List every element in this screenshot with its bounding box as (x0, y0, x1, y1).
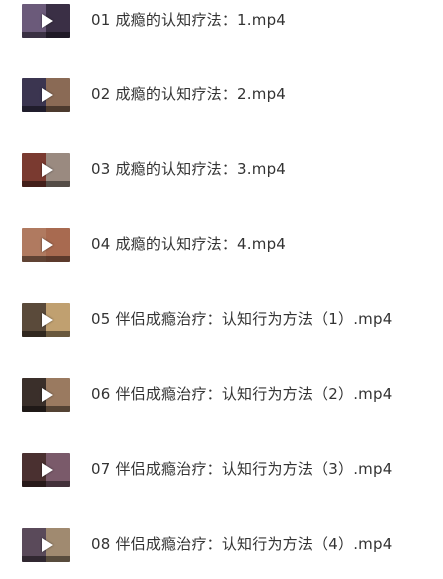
file-name[interactable]: 03 成瘾的认知疗法：3.mp4 (91, 158, 286, 180)
file-item-02[interactable]: 02 成瘾的认知疗法：2.mp4 (0, 75, 443, 115)
file-name[interactable]: 08 伴侣成瘾治疗：认知行为方法（4）.mp4 (91, 533, 392, 555)
file-name[interactable]: 06 伴侣成瘾治疗：认知行为方法（2）.mp4 (91, 383, 392, 405)
file-item-04[interactable]: 04 成瘾的认知疗法：4.mp4 (0, 225, 443, 265)
video-thumbnail[interactable] (22, 303, 70, 337)
file-name[interactable]: 04 成瘾的认知疗法：4.mp4 (91, 233, 286, 255)
video-file-list: 01 成瘾的认知疗法：1.mp4 02 成瘾的认知疗法：2.mp4 03 成瘾的… (0, 0, 443, 579)
thumbnail-caption-strip (22, 32, 70, 38)
video-thumbnail[interactable] (22, 228, 70, 262)
file-item-01[interactable]: 01 成瘾的认知疗法：1.mp4 (0, 1, 443, 41)
file-name[interactable]: 02 成瘾的认知疗法：2.mp4 (91, 83, 286, 105)
thumbnail-caption-strip (22, 256, 70, 262)
file-name[interactable]: 01 成瘾的认知疗法：1.mp4 (91, 9, 286, 31)
file-item-06[interactable]: 06 伴侣成瘾治疗：认知行为方法（2）.mp4 (0, 375, 443, 415)
file-item-03[interactable]: 03 成瘾的认知疗法：3.mp4 (0, 150, 443, 190)
play-icon (42, 463, 53, 477)
video-thumbnail[interactable] (22, 378, 70, 412)
file-item-08[interactable]: 08 伴侣成瘾治疗：认知行为方法（4）.mp4 (0, 525, 443, 565)
file-name[interactable]: 07 伴侣成瘾治疗：认知行为方法（3）.mp4 (91, 458, 392, 480)
thumbnail-caption-strip (22, 331, 70, 337)
video-thumbnail[interactable] (22, 4, 70, 38)
play-icon (42, 538, 53, 552)
file-item-05[interactable]: 05 伴侣成瘾治疗：认知行为方法（1）.mp4 (0, 300, 443, 340)
video-thumbnail[interactable] (22, 453, 70, 487)
play-icon (42, 163, 53, 177)
play-icon (42, 238, 53, 252)
thumbnail-caption-strip (22, 481, 70, 487)
video-thumbnail[interactable] (22, 153, 70, 187)
play-icon (42, 88, 53, 102)
play-icon (42, 313, 53, 327)
file-item-07[interactable]: 07 伴侣成瘾治疗：认知行为方法（3）.mp4 (0, 450, 443, 490)
file-name[interactable]: 05 伴侣成瘾治疗：认知行为方法（1）.mp4 (91, 308, 392, 330)
play-icon (42, 14, 53, 28)
thumbnail-caption-strip (22, 556, 70, 562)
thumbnail-caption-strip (22, 406, 70, 412)
play-icon (42, 388, 53, 402)
thumbnail-caption-strip (22, 181, 70, 187)
video-thumbnail[interactable] (22, 78, 70, 112)
video-thumbnail[interactable] (22, 528, 70, 562)
thumbnail-caption-strip (22, 106, 70, 112)
